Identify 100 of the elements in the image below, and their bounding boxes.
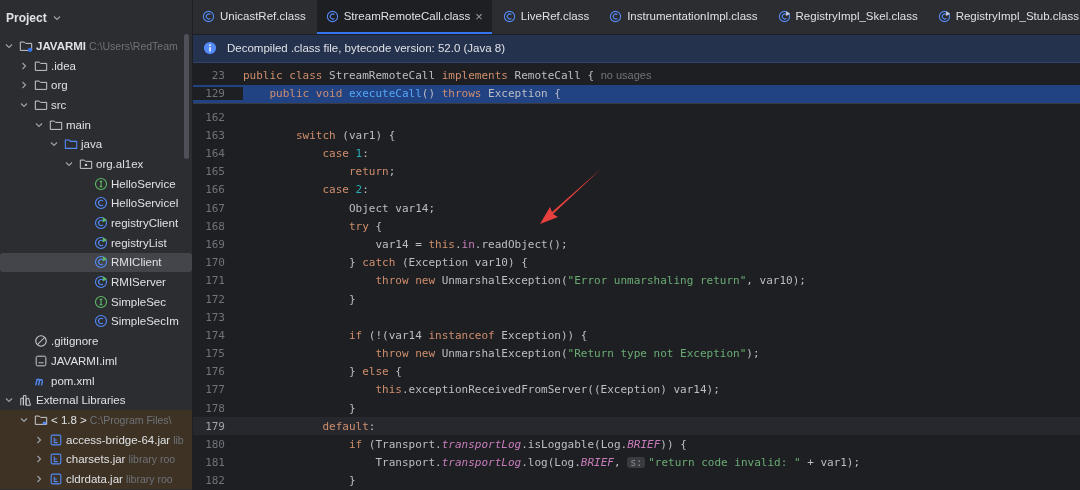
item-label: .gitignore <box>51 335 99 348</box>
chevron-icon[interactable] <box>19 80 29 91</box>
chevron-icon[interactable] <box>34 434 44 445</box>
tree-item[interactable]: RMIClient <box>0 252 192 273</box>
code-line[interactable]: try { <box>348 219 383 233</box>
interface-icon <box>94 294 108 309</box>
line-number: 177 <box>204 383 226 397</box>
tree-item[interactable]: .gitignore <box>0 331 192 351</box>
tree-item[interactable]: src <box>0 95 192 115</box>
item-label: JAVARMI <box>36 39 87 52</box>
editor-tab[interactable]: RegistryImpl_Stub.class <box>928 0 1080 35</box>
folder-icon <box>34 97 48 112</box>
chevron-icon[interactable] <box>34 473 44 484</box>
line-number: 176 <box>204 365 226 379</box>
info-icon <box>203 41 217 56</box>
code-line[interactable]: if (Transport.transportLog.isLoggable(Log.BRIEF)) { <box>348 438 687 452</box>
chevron-icon[interactable] <box>34 454 44 465</box>
folder-icon <box>64 137 78 152</box>
tree-item[interactable]: cldrdata.jar library roo <box>0 469 192 489</box>
tree-item[interactable]: org.al1ex <box>0 154 192 174</box>
code-line[interactable]: Transport.transportLog.log(Log.BRIEF, s: "return code invalid: " + var1); <box>375 456 861 470</box>
code-line[interactable]: } <box>348 474 356 488</box>
tree-item[interactable]: SimpleSec <box>0 291 192 312</box>
tree-item[interactable]: org <box>0 75 192 96</box>
runnable-class-icon <box>94 216 108 231</box>
tree-item[interactable]: pom.xml <box>0 370 192 391</box>
editor-tab[interactable]: InstrumentationImpl.class <box>600 0 767 35</box>
line-number: 23 <box>210 69 226 83</box>
code-line[interactable]: } <box>348 401 356 415</box>
editor-tab[interactable]: RegistryImpl_Skel.class <box>768 0 927 35</box>
code-line[interactable]: Object var14; <box>348 201 436 215</box>
code-line[interactable]: public class StreamRemoteCall implements RemoteCall { no usages <box>243 69 652 83</box>
chevron-down-icon[interactable] <box>51 13 62 23</box>
line-number: 174 <box>204 328 226 342</box>
line-number: 168 <box>204 219 226 233</box>
class-icon <box>202 9 215 23</box>
scrollbar[interactable] <box>184 34 189 159</box>
line-number: 167 <box>204 201 226 215</box>
runnable-class-icon <box>94 255 108 270</box>
panel-title[interactable]: Project <box>6 11 47 25</box>
editor-tab[interactable]: StreamRemoteCall.class × <box>316 0 492 35</box>
class-icon <box>325 9 339 23</box>
code-line[interactable]: if (!(var14 instanceof Exception)) { <box>348 328 588 342</box>
line-number: 175 <box>204 347 226 361</box>
code-line[interactable]: case 2: <box>322 183 369 197</box>
item-label: access-bridge-64.jar <box>66 433 171 446</box>
code-line[interactable]: } else { <box>348 365 402 379</box>
code-line[interactable]: public void executeCall() throws Exception { <box>269 87 561 101</box>
line-number: 182 <box>204 474 226 488</box>
item-hint: library roo <box>128 453 176 466</box>
line-number: 171 <box>204 274 226 288</box>
item-hint: lib <box>173 433 184 446</box>
code-line[interactable]: return; <box>348 165 396 179</box>
tree-item[interactable]: < 1.8 > C:\Program Files\ <box>0 410 192 430</box>
item-label: charsets.jar <box>66 453 126 466</box>
tree-item[interactable]: JAVARMI C:\Users\RedTeam <box>0 36 192 56</box>
ignore-file-icon <box>34 334 48 349</box>
jar-icon <box>49 432 63 447</box>
code-line[interactable]: var14 = this.in.readObject(); <box>375 237 568 251</box>
line-number: 181 <box>204 456 226 470</box>
class-icon <box>94 196 108 211</box>
code-line[interactable]: this.exceptionReceivedFromServer((Exception) var14); <box>375 383 720 397</box>
tree-item[interactable]: java <box>0 134 192 155</box>
tree-item[interactable]: External Libraries <box>0 390 192 411</box>
item-label: SimpleSecIm <box>111 315 179 328</box>
libraries-icon <box>19 393 33 408</box>
code-line[interactable]: } catch (Exception var10) { <box>348 256 528 270</box>
class-icon <box>94 314 108 329</box>
jar-icon <box>49 452 63 467</box>
item-hint: library roo <box>125 472 173 485</box>
tree-item[interactable]: charsets.jar library roo <box>0 449 192 470</box>
code-line[interactable]: throw new UnmarshalException("Return type not Exception"); <box>375 347 760 361</box>
tree-item[interactable]: RMIServer <box>0 272 192 292</box>
close-button[interactable]: × <box>475 8 483 24</box>
tree-item[interactable]: registryList <box>0 232 192 253</box>
tree-item[interactable]: access-bridge-64.jar lib <box>0 429 192 450</box>
editor-tab[interactable]: UnicastRef.class <box>193 0 315 35</box>
tree-item[interactable]: HelloServiceI <box>0 193 192 214</box>
item-label: pom.xml <box>51 374 95 387</box>
tree-item[interactable]: registryClient <box>0 213 192 233</box>
tree-item[interactable]: main <box>0 114 192 135</box>
item-label: RMIClient <box>111 256 162 269</box>
line-number: 179 <box>204 419 226 433</box>
editor-tab[interactable]: LiveRef.class <box>493 0 599 35</box>
info-text: Decompiled .class file, bytecode version: 52.0 (Java 8) <box>227 42 506 55</box>
tree-item[interactable]: HelloService <box>0 173 192 194</box>
code-line[interactable]: switch (var1) { <box>295 128 396 142</box>
tree-item[interactable]: .idea <box>0 55 192 76</box>
item-label: main <box>66 118 91 131</box>
class-icon <box>609 9 623 23</box>
tree-item[interactable]: SimpleSecIm <box>0 311 192 332</box>
code-line[interactable]: } <box>348 292 356 306</box>
folder-icon <box>34 58 48 73</box>
runnable-class-icon <box>94 235 108 250</box>
tree-item[interactable]: JAVARMI.iml <box>0 351 192 371</box>
chevron-icon[interactable] <box>19 60 29 71</box>
code-line[interactable]: throw new UnmarshalException("Error unmarshaling return", var10); <box>375 274 806 288</box>
code-line[interactable]: default: <box>322 419 376 433</box>
code-line[interactable]: case 1: <box>322 147 369 161</box>
item-label: org.al1ex <box>96 157 144 170</box>
